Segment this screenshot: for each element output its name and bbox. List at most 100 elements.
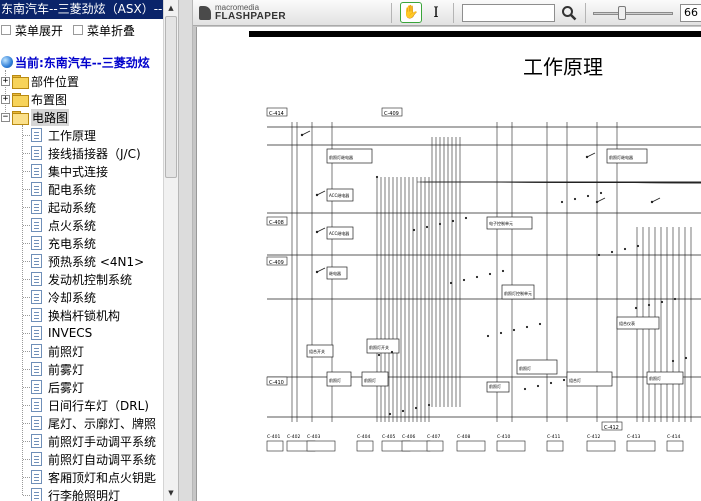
connector-label: C-411 — [547, 434, 560, 440]
tree-item[interactable]: 集中式连接 — [31, 162, 108, 180]
document-icon — [31, 362, 42, 376]
text-select-icon[interactable]: I — [430, 3, 442, 23]
tree-item[interactable]: 接线插接器（J/C) — [31, 144, 141, 162]
document-icon — [31, 218, 42, 232]
connector-pin-block — [666, 440, 684, 452]
switch-contact — [650, 200, 654, 204]
tree-guide-line — [23, 495, 30, 496]
expand-toggle-icon[interactable]: + — [1, 76, 10, 86]
collapse-toggle-icon[interactable]: − — [1, 112, 10, 122]
zoom-slider-track[interactable] — [593, 12, 673, 15]
tree-item-label: 配电系统 — [48, 182, 97, 197]
tree-item[interactable]: INVECS — [31, 324, 92, 342]
connector-pin-block — [306, 440, 336, 452]
search-input[interactable] — [462, 4, 555, 22]
tree-item[interactable]: 日间行车灯（DRL) — [31, 396, 149, 414]
switch-contact — [595, 200, 599, 204]
connector-label: C-401 — [267, 434, 280, 440]
tree-folder-circuit-diagram[interactable]: − 电路图 — [1, 108, 70, 126]
connector-label: C-410 — [497, 434, 510, 440]
tree-item[interactable]: 行李舱照明灯 — [31, 486, 120, 501]
tree-item[interactable]: 发动机控制系统 — [31, 270, 132, 288]
tree-guide-line — [23, 171, 30, 172]
document-icon — [31, 254, 42, 268]
tree-item[interactable]: 前照灯自动调平系统 — [31, 450, 156, 468]
junction-dot — [388, 412, 392, 416]
viewer-toolbar: macromedia FLASHPAPER ✋ I 66 — [193, 0, 701, 26]
tree-guide-line — [23, 423, 30, 424]
globe-icon — [1, 56, 13, 68]
connector-pin-block — [586, 440, 616, 452]
current-location-label: 当前:东南汽车--三菱劲炫 — [15, 55, 150, 70]
connector-pin-block — [546, 440, 564, 452]
scroll-up-icon[interactable]: ▲ — [164, 1, 178, 15]
tree-scrollbar[interactable]: ▲ ▼ — [163, 0, 178, 501]
expand-all-checkbox[interactable] — [1, 25, 11, 35]
junction-dot — [671, 359, 675, 363]
connector-label: C-404 — [357, 434, 370, 440]
tree-item[interactable]: 前照灯 — [31, 342, 84, 360]
junction-dot — [549, 381, 553, 385]
expand-all-label: 菜单展开 — [15, 23, 64, 38]
document-icon — [31, 164, 42, 178]
tree-guide-line — [23, 351, 30, 352]
scroll-thumb[interactable] — [165, 16, 177, 178]
tree-folder-label: 部件位置 — [31, 74, 80, 89]
tree-item[interactable]: 起动系统 — [31, 198, 96, 216]
tree-folder-parts-location[interactable]: + 部件位置 — [1, 72, 79, 90]
tree-item[interactable]: 配电系统 — [31, 180, 96, 198]
document-icon — [31, 236, 42, 250]
expand-all-control[interactable]: 菜单展开 — [1, 23, 64, 38]
collapse-all-checkbox[interactable] — [73, 25, 83, 35]
tree-item[interactable]: 后雾灯 — [31, 378, 84, 396]
junction-dot — [462, 278, 466, 282]
connector-pin-block — [266, 440, 284, 452]
tree-item[interactable]: 客厢顶灯和点火钥匙 — [31, 468, 156, 486]
tree-item[interactable]: 冷却系统 — [31, 288, 96, 306]
page-scroll-area[interactable]: 工作原理 C-414 C-409 C-408 C-409 C-410 C-412 前照灯继电… — [193, 27, 701, 501]
current-location[interactable]: 当前:东南汽车--三菱劲炫 — [0, 54, 150, 70]
hand-tool-icon[interactable]: ✋ — [400, 2, 422, 23]
tree-item-label: 行李舱照明灯 — [48, 488, 121, 501]
tree-item[interactable]: 前雾灯 — [31, 360, 84, 378]
tree-item[interactable]: 点火系统 — [31, 216, 96, 234]
junction-dot — [573, 197, 577, 201]
tree-item-label: 发动机控制系统 — [48, 272, 133, 287]
document-icon — [31, 344, 42, 358]
wire — [596, 197, 606, 203]
connector-label: C-413 — [627, 434, 640, 440]
switch-contact — [300, 133, 304, 137]
tree-item[interactable]: 充电系统 — [31, 234, 96, 252]
document-icon — [31, 416, 42, 430]
junction-dot — [475, 275, 479, 279]
tree-item[interactable]: 前照灯手动调平系统 — [31, 432, 156, 450]
search-icon[interactable] — [561, 5, 577, 21]
tree-item-label: 冷却系统 — [48, 290, 97, 305]
component-label: 前照灯控制单元 — [504, 290, 532, 296]
tree-item[interactable]: 尾灯、示廓灯、牌照 — [31, 414, 156, 432]
tree-item[interactable]: 换档杆锁机构 — [31, 306, 120, 324]
wire — [586, 152, 596, 158]
component-label: 前照灯继电器 — [609, 154, 633, 160]
folder-icon — [12, 75, 29, 89]
connector-label: C-414 — [269, 111, 284, 117]
junction-dot — [647, 303, 651, 307]
connector-label: C-409 — [269, 260, 284, 266]
tree-folder-label: 布置图 — [31, 92, 68, 107]
component-label: 前照灯 — [329, 377, 341, 383]
expand-toggle-icon[interactable]: + — [1, 94, 10, 104]
scroll-down-icon[interactable]: ▼ — [164, 486, 178, 500]
connector-pin-block — [426, 440, 444, 452]
tree-item[interactable]: 预热系统 <4N1> — [31, 252, 144, 270]
tree-item[interactable]: 工作原理 — [31, 126, 96, 144]
zoom-level-field[interactable]: 66 — [680, 4, 701, 22]
document-icon — [31, 488, 42, 501]
panel-splitter[interactable] — [178, 0, 193, 501]
collapse-all-label: 菜单折叠 — [87, 23, 136, 38]
zoom-slider-thumb[interactable] — [618, 6, 627, 20]
junction-dot — [377, 353, 381, 357]
tree-folder-layout[interactable]: + 布置图 — [1, 90, 67, 108]
collapse-all-control[interactable]: 菜单折叠 — [73, 23, 136, 38]
tree-guide-line — [23, 243, 30, 244]
tree-item-label: 后雾灯 — [48, 380, 85, 395]
